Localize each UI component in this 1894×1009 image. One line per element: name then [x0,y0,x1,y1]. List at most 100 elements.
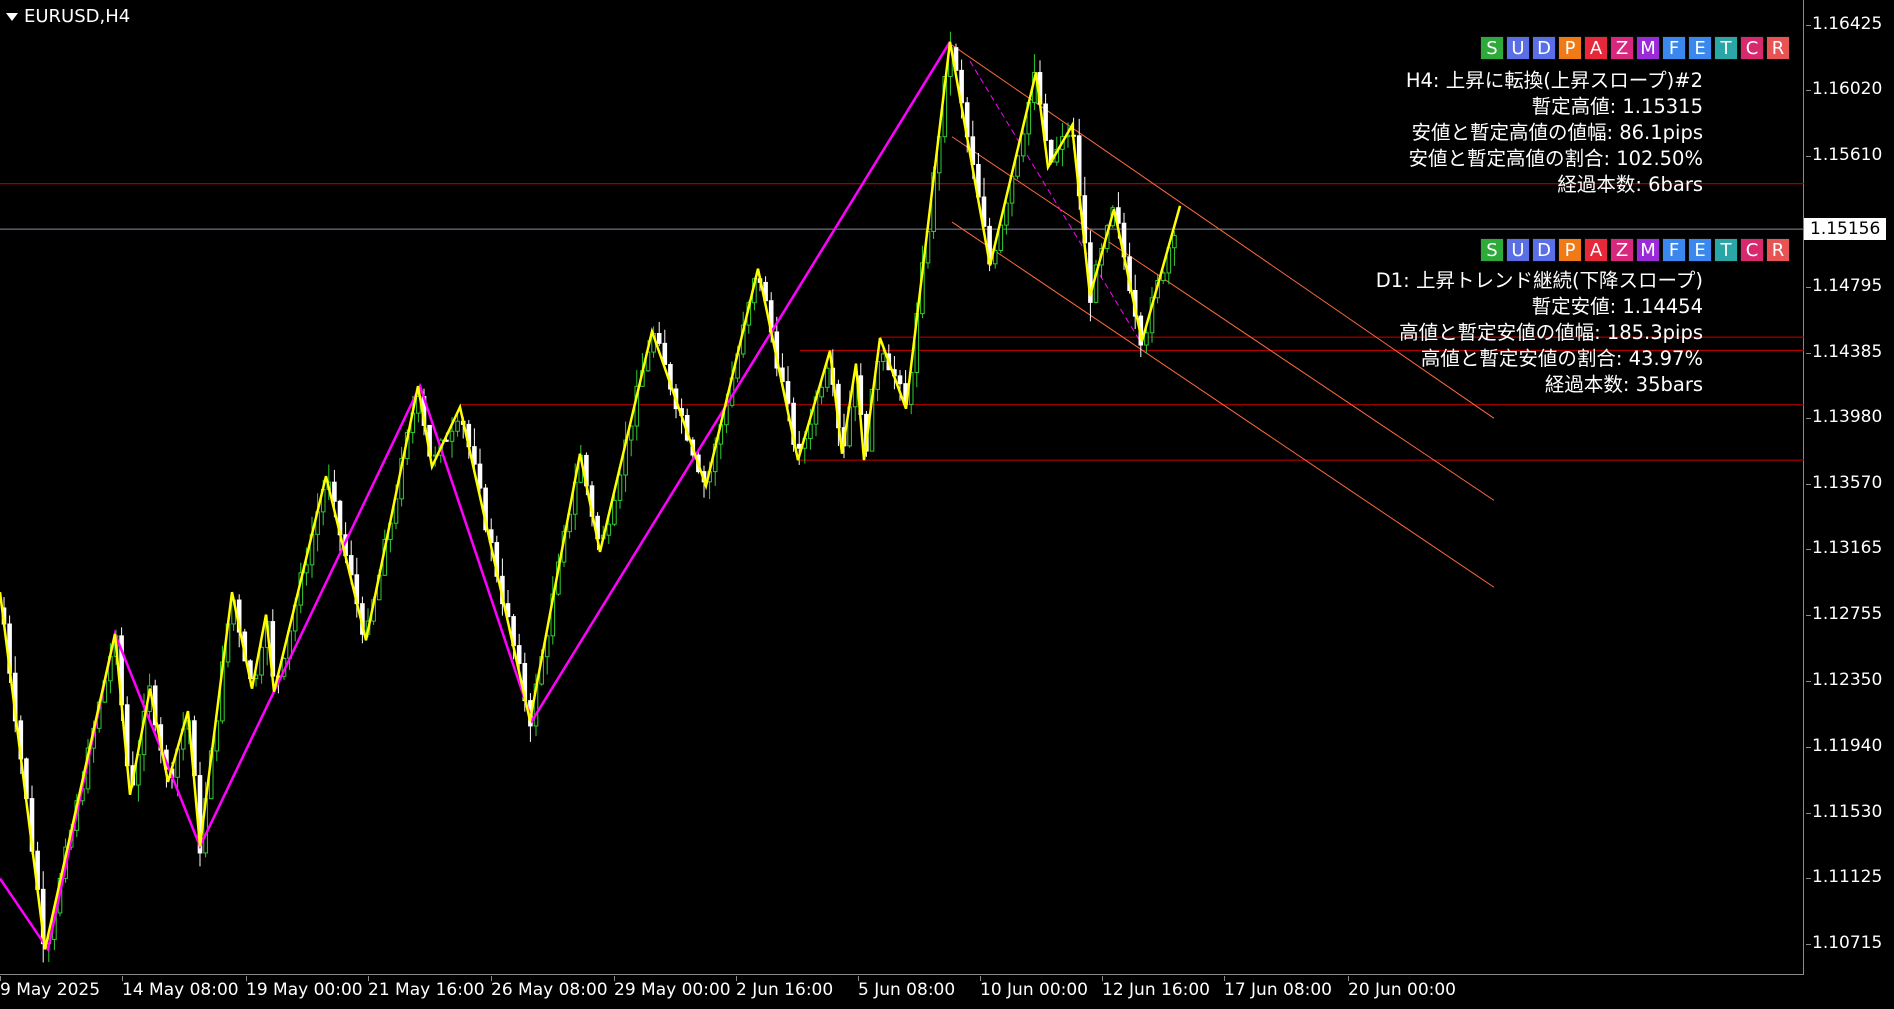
time-tick-mark [614,976,615,981]
price-tick-label: 1.11125 [1812,866,1883,887]
time-tick-label: 17 Jun 08:00 [1224,980,1332,1000]
price-tick-label: 1.14385 [1812,342,1883,363]
price-tick-mark [1806,680,1811,682]
time-tick-label: 10 Jun 00:00 [980,980,1088,1000]
price-tick-label: 1.10715 [1812,932,1883,953]
price-tick-label: 1.13165 [1812,538,1883,559]
ea-button-r[interactable]: R [1766,238,1790,262]
time-tick-label: 14 May 08:00 [122,980,239,1000]
price-tick-mark [1806,484,1811,486]
info-d1-line4: 経過本数: 35bars [1544,373,1703,396]
price-tick-label: 1.12755 [1812,604,1883,625]
price-tick-mark [1806,943,1811,945]
price-tick-label: 1.16425 [1812,13,1883,34]
info-panel-h4: H4: 上昇に転換(上昇スロープ)#2 暫定高値: 1.15315 安値と暫定高… [1406,68,1703,198]
price-tick-mark [1806,746,1811,748]
ea-button-r[interactable]: R [1766,36,1790,60]
candle-body [455,420,460,432]
price-tick-label: 1.13570 [1812,473,1883,494]
ea-button-m[interactable]: M [1636,36,1660,60]
time-tick-mark [1224,976,1225,981]
ea-button-s[interactable]: S [1480,238,1504,262]
ea-button-e[interactable]: E [1688,238,1712,262]
ea-button-t[interactable]: T [1714,36,1738,60]
symbol-label-text: EURUSD,H4 [24,6,131,27]
candle-body [785,381,791,404]
price-tick-mark [1806,877,1811,879]
ea-button-z[interactable]: Z [1610,36,1634,60]
time-axis[interactable]: 9 May 2025 14 May 08:00 19 May 00:00 21 May… [0,976,1804,1009]
time-tick-label: 9 May 2025 [0,980,101,1000]
candle-body [897,375,903,385]
price-tick-mark [1806,156,1811,158]
time-tick-label: 26 May 08:00 [491,980,608,1000]
ea-button-p[interactable]: P [1558,238,1582,262]
price-tick-mark [1806,549,1811,551]
ea-button-c[interactable]: C [1740,36,1764,60]
dashed-trend-line [969,60,1141,342]
time-tick-mark [491,976,492,981]
info-d1-line3: 高値と暫定安値の割合: 43.97% [1420,347,1703,370]
time-tick-mark [736,976,737,981]
candle-body [656,332,662,344]
ea-button-row-d1: SUDPAZMFETCR [1480,238,1790,262]
time-tick-label: 19 May 00:00 [246,980,363,1000]
price-tick-mark [1806,287,1811,289]
price-axis[interactable]: 1.16425 1.16020 1.15610 1.14795 1.14385 1.139… [1806,0,1894,975]
ea-button-t[interactable]: T [1714,238,1738,262]
chart-plot-area[interactable]: EURUSD,H4 SUDPAZMFETCR H4: 上昇に転換(上昇スロープ)… [0,0,1804,975]
time-tick-mark [980,976,981,981]
time-tick-mark [858,976,859,981]
price-tick-mark [1806,90,1811,92]
ea-button-u[interactable]: U [1506,238,1530,262]
candle-body [1172,234,1177,249]
info-h4-line4: 経過本数: 6bars [1557,173,1703,196]
price-tick-label: 1.14795 [1812,276,1883,297]
candle-body [880,353,886,362]
time-tick-mark [368,976,369,981]
ea-button-f[interactable]: F [1662,238,1686,262]
time-tick-label: 5 Jun 08:00 [858,980,956,1000]
info-h4-line1: 暫定高値: 1.15315 [1531,95,1703,118]
ea-button-p[interactable]: P [1558,36,1582,60]
candle-body [449,430,455,442]
price-tick-mark [1806,615,1811,617]
price-tick-label: 1.15610 [1812,145,1883,166]
ea-button-m[interactable]: M [1636,238,1660,262]
candle-body [606,523,612,536]
time-tick-mark [0,976,1,981]
candle-body [617,474,623,501]
dropdown-triangle-icon[interactable] [6,12,18,21]
ea-button-a[interactable]: A [1584,36,1608,60]
ea-button-z[interactable]: Z [1610,238,1634,262]
ea-button-d[interactable]: D [1532,36,1556,60]
time-tick-label: 12 Jun 16:00 [1102,980,1210,1000]
ea-button-f[interactable]: F [1662,36,1686,60]
price-tick-label: 1.12350 [1812,669,1883,690]
price-tick-mark [1806,353,1811,355]
time-tick-label: 29 May 00:00 [614,980,731,1000]
price-tick-label: 1.11530 [1812,801,1883,822]
time-tick-mark [1102,976,1103,981]
info-h4-title: H4: 上昇に転換(上昇スロープ)#2 [1405,69,1703,92]
symbol-timeframe-label[interactable]: EURUSD,H4 [6,6,130,27]
price-tick-label: 1.11940 [1812,735,1883,756]
candle-body [819,386,824,398]
candle-body [259,646,264,676]
ea-button-s[interactable]: S [1480,36,1504,60]
ea-button-u[interactable]: U [1506,36,1530,60]
ea-button-d[interactable]: D [1532,238,1556,262]
time-tick-mark [122,976,123,981]
ea-button-e[interactable]: E [1688,36,1712,60]
time-tick-mark [1348,976,1349,981]
zigzag-d1-line [0,41,952,953]
ea-button-a[interactable]: A [1584,238,1608,262]
ea-button-c[interactable]: C [1740,238,1764,262]
candle-body [332,481,337,502]
price-tick-mark [1806,812,1811,814]
candle-body [477,463,483,489]
time-tick-label: 2 Jun 16:00 [736,980,834,1000]
ea-button-row-h4: SUDPAZMFETCR [1480,36,1790,60]
candle-body [824,367,830,388]
price-tick-mark [1806,418,1811,420]
